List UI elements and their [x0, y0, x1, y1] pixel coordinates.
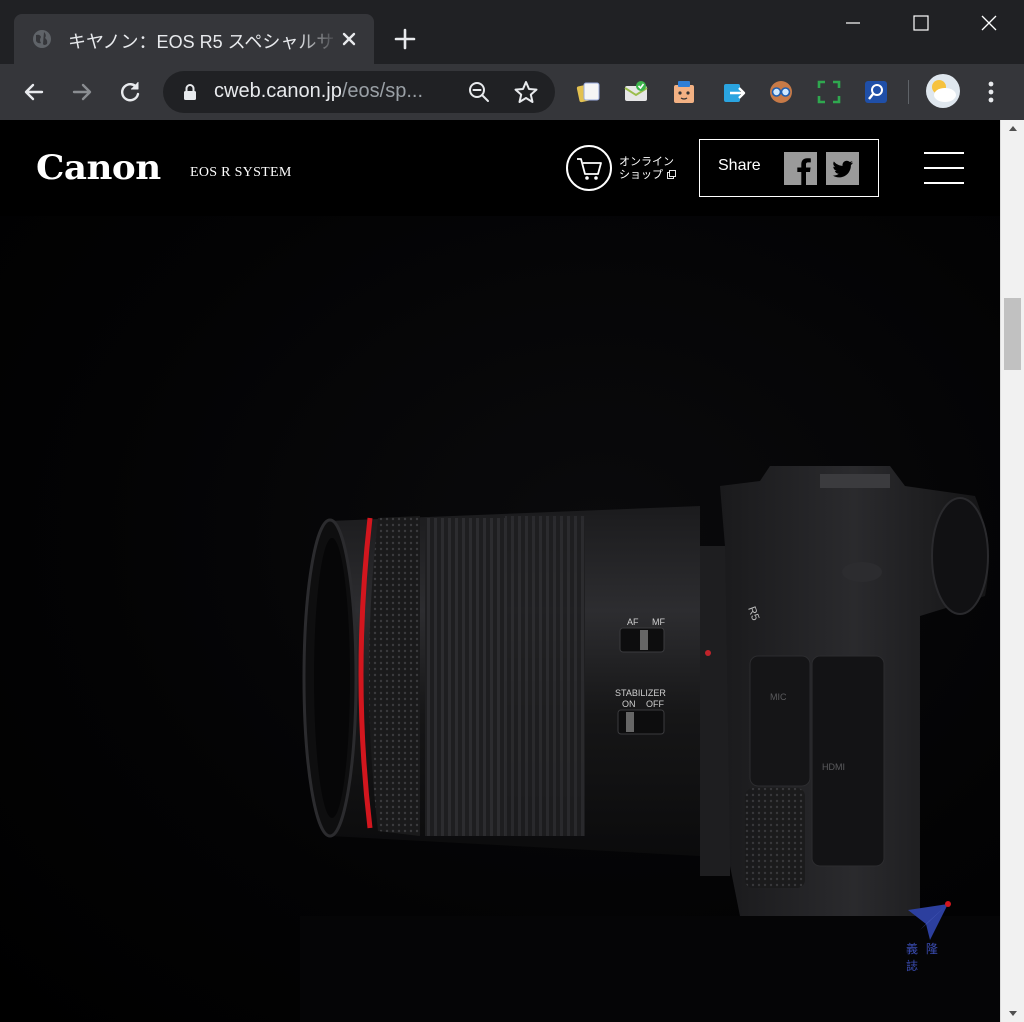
shop-circle: [566, 145, 612, 191]
minimize-icon[interactable]: [830, 8, 876, 38]
browser-toolbar: cweb.canon.jp/eos/sp...: [0, 64, 1024, 120]
bookmark-star-icon[interactable]: [513, 79, 539, 105]
facebook-icon[interactable]: [784, 152, 817, 185]
share-label: Share: [718, 157, 761, 174]
shopping-cart-icon: [577, 158, 602, 180]
window-close-icon[interactable]: [966, 8, 1012, 38]
hero-camera-image: AF MF STABILIZER ON OFF MIC HDMI R5: [0, 216, 1000, 1022]
zoom-out-icon[interactable]: [467, 80, 491, 104]
close-tab-icon[interactable]: [338, 28, 360, 50]
external-link-icon: [666, 170, 676, 179]
lens-on-label: ON: [622, 699, 636, 709]
canon-logo[interactable]: Canon: [36, 148, 161, 188]
weather-avatar-icon: [932, 80, 956, 102]
address-bar[interactable]: cweb.canon.jp/eos/sp...: [163, 71, 555, 113]
scroll-thumb[interactable]: [1004, 298, 1021, 370]
site-header: Canon EOS R SYSTEM オンライン ショップ Share: [0, 120, 1000, 216]
shop-line2: ショップ: [619, 168, 663, 181]
lock-icon[interactable]: [183, 83, 197, 101]
page-viewport: Canon EOS R SYSTEM オンライン ショップ Share AF M…: [0, 120, 1000, 1022]
shop-line1: オンライン: [619, 155, 674, 168]
body-hdmi-label: HDMI: [822, 762, 845, 772]
toolbar-separator: [908, 80, 909, 104]
twitter-icon[interactable]: [826, 152, 859, 185]
tab-title: キヤノン：EOS R5 スペシャルサ: [68, 32, 335, 50]
lens-mf-label: MF: [652, 617, 665, 627]
new-tab-icon[interactable]: [392, 26, 418, 52]
back-icon[interactable]: [20, 78, 48, 106]
extension-screenshot-icon[interactable]: [815, 78, 843, 106]
lens-off-label: OFF: [646, 699, 664, 709]
extension-mail-icon[interactable]: [622, 78, 650, 106]
lens-af-label: AF: [627, 617, 639, 627]
body-mic-label: MIC: [770, 692, 787, 702]
extension-face-icon[interactable]: [670, 78, 698, 106]
watermark: 義 隆 誌: [900, 900, 956, 973]
watermark-text: 義 隆 誌: [906, 942, 940, 973]
globe-icon: [33, 30, 51, 48]
share-box: Share: [699, 139, 879, 197]
profile-avatar[interactable]: [926, 74, 960, 108]
menu-hamburger-icon[interactable]: [924, 150, 964, 186]
browser-titlebar: キヤノン：EOS R5 スペシャルサ: [0, 0, 1024, 64]
scroll-up-arrow-icon[interactable]: [1001, 120, 1024, 137]
shop-text: オンライン ショップ: [619, 155, 676, 181]
extension-docs-icon[interactable]: [575, 78, 603, 106]
page-scrollbar[interactable]: [1000, 120, 1024, 1022]
scroll-down-arrow-icon[interactable]: [1001, 1005, 1024, 1022]
online-shop-link[interactable]: オンライン ショップ: [566, 145, 686, 191]
maximize-icon[interactable]: [898, 8, 944, 38]
browser-tab[interactable]: キヤノン：EOS R5 スペシャルサ: [14, 14, 374, 64]
lens-stabilizer-label: STABILIZER: [615, 688, 666, 698]
extension-glasses-icon[interactable]: [767, 78, 795, 106]
forward-icon[interactable]: [68, 78, 96, 106]
url-text[interactable]: cweb.canon.jp/eos/sp...: [214, 80, 464, 103]
extension-search-icon[interactable]: [862, 78, 890, 106]
camera-illustration: AF MF STABILIZER ON OFF MIC HDMI R5: [300, 466, 1000, 1022]
extension-send-icon[interactable]: [720, 78, 748, 106]
more-menu-icon[interactable]: [978, 78, 1004, 106]
eos-r-system-label[interactable]: EOS R SYSTEM: [190, 165, 292, 181]
reload-icon[interactable]: [116, 78, 144, 106]
